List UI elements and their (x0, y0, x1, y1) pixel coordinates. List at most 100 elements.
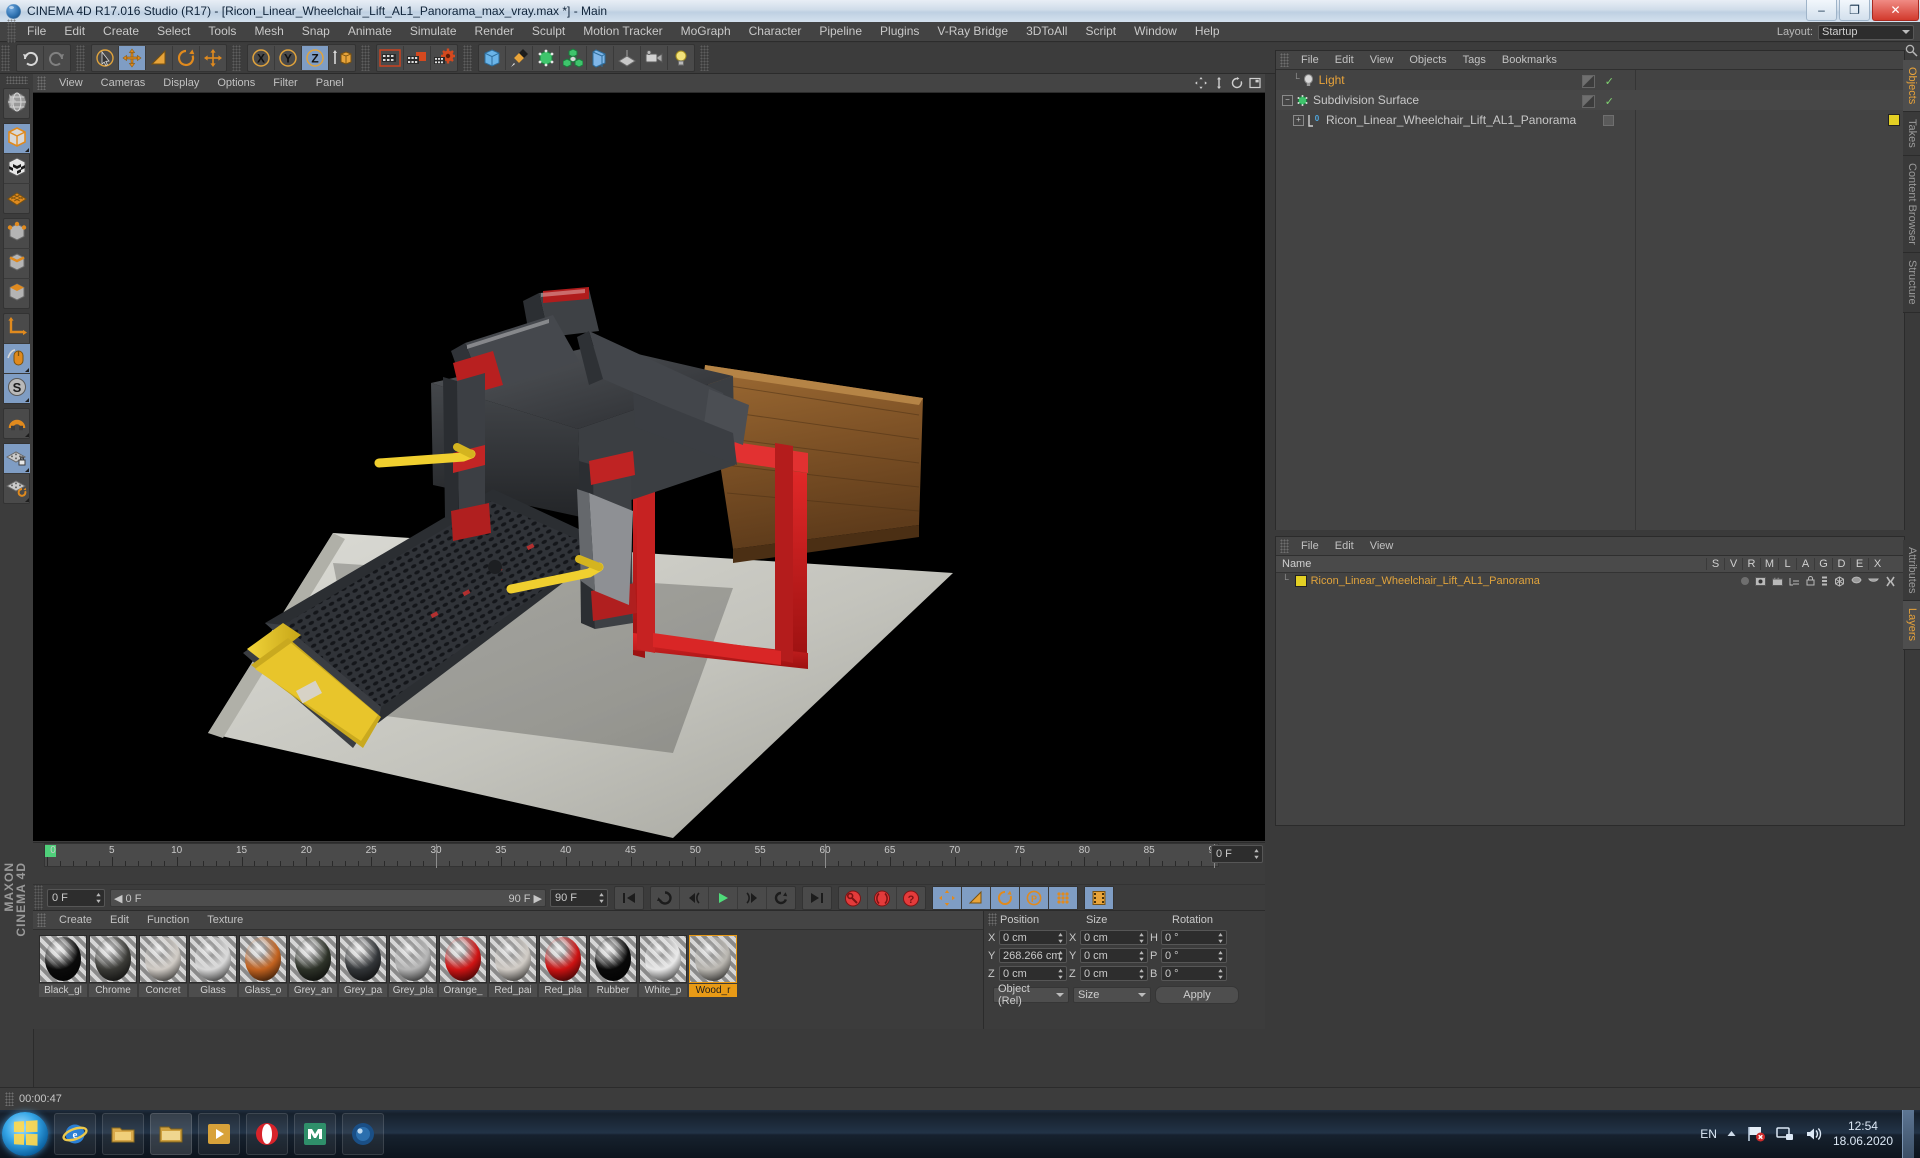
toolbar-separator-grip[interactable] (463, 45, 472, 71)
layer-color-swatch[interactable] (1294, 575, 1307, 587)
select-tool[interactable] (92, 46, 119, 70)
object-menu-objects[interactable]: Objects (1401, 52, 1454, 69)
media-player-button[interactable] (198, 1113, 240, 1155)
layer-column-m[interactable]: M (1760, 558, 1778, 570)
object-visibility-dots[interactable]: ✓ (1581, 75, 1614, 88)
menu-v-ray-bridge[interactable]: V-Ray Bridge (928, 22, 1017, 41)
object-menu-bookmarks[interactable]: Bookmarks (1494, 52, 1565, 69)
file-manager-button[interactable] (150, 1113, 192, 1155)
toolbar-separator-grip[interactable] (76, 45, 85, 71)
material-preview-swatch[interactable] (39, 935, 87, 983)
lock-y-button[interactable]: Y (275, 46, 302, 70)
material-menu-create[interactable]: Create (50, 912, 101, 929)
material-preview-swatch[interactable] (639, 935, 687, 983)
maximize-button[interactable]: ❐ (1839, 0, 1870, 21)
3dsmax-button[interactable] (294, 1113, 336, 1155)
object-menu-tags[interactable]: Tags (1455, 52, 1494, 69)
add-environment-button[interactable] (614, 46, 641, 70)
menu-plugins[interactable]: Plugins (871, 22, 928, 41)
tab-structure[interactable]: Structure (1903, 252, 1920, 313)
magnet-tool[interactable] (4, 409, 30, 438)
render-region-button[interactable] (404, 46, 431, 70)
material-item[interactable]: Grey_an (289, 935, 337, 997)
object-menu-view[interactable]: View (1362, 52, 1402, 69)
menu-motion-tracker[interactable]: Motion Tracker (574, 22, 671, 41)
close-button[interactable]: ✕ (1872, 0, 1919, 21)
material-item[interactable]: Glass_o (239, 935, 287, 997)
add-array-button[interactable] (560, 46, 587, 70)
preview-end-input[interactable]: 90 F (550, 889, 608, 907)
show-desktop-button[interactable] (1902, 1110, 1914, 1158)
pan-icon[interactable] (1195, 77, 1207, 89)
material-preview-swatch[interactable] (389, 935, 437, 983)
snap-toggle[interactable]: S (4, 374, 30, 403)
menu-create[interactable]: Create (94, 22, 148, 41)
texture-mode[interactable] (4, 154, 30, 184)
points-mode[interactable] (4, 219, 30, 249)
toolbar-separator-grip[interactable] (700, 45, 709, 71)
material-item[interactable]: Glass (189, 935, 237, 997)
workplane-rotate[interactable] (4, 474, 30, 503)
network-icon[interactable] (1775, 1125, 1795, 1143)
show-hidden-icons-icon[interactable] (1726, 1129, 1737, 1140)
object-menu-file[interactable]: File (1293, 52, 1327, 69)
spinner-icon[interactable] (1057, 932, 1064, 944)
autokeying-button[interactable] (868, 887, 897, 909)
menu-simulate[interactable]: Simulate (401, 22, 466, 41)
zoom-icon[interactable] (1213, 77, 1225, 89)
add-cube-button[interactable] (479, 46, 506, 70)
goto-start-button[interactable] (615, 887, 643, 909)
layer-menu-view[interactable]: View (1362, 538, 1402, 555)
material-menu-edit[interactable]: Edit (101, 912, 138, 929)
layer-column-e[interactable]: E (1850, 558, 1868, 570)
layer-column-g[interactable]: G (1814, 558, 1832, 570)
expand-toggle[interactable]: + (1293, 114, 1304, 126)
viewport-solo[interactable] (4, 344, 30, 374)
spinner-icon[interactable] (1138, 968, 1145, 980)
layer-color-swatch[interactable] (1888, 114, 1900, 126)
toolbar-separator-grip[interactable] (232, 45, 241, 71)
render-view-button[interactable] (377, 46, 404, 70)
material-item[interactable]: Wood_r (689, 935, 737, 997)
layer-column-a[interactable]: A (1796, 558, 1814, 570)
left-palette-grip[interactable] (5, 76, 28, 84)
layer-column-v[interactable]: V (1724, 558, 1742, 570)
spinner-icon[interactable] (1057, 950, 1064, 962)
xref-toggle-icon[interactable] (1885, 576, 1896, 587)
viewport-3d-canvas[interactable] (33, 93, 1265, 841)
spinner-icon[interactable] (1253, 848, 1260, 860)
solo-toggle-icon[interactable] (1741, 577, 1749, 585)
move-tool[interactable] (119, 46, 146, 70)
size-y-input[interactable]: 0 cm (1080, 948, 1148, 963)
spinner-icon[interactable] (1217, 932, 1224, 944)
size-z-input[interactable]: 0 cm (1080, 966, 1148, 981)
menu-script[interactable]: Script (1076, 22, 1125, 41)
start-button[interactable] (2, 1112, 48, 1156)
layer-column-x[interactable]: X (1868, 558, 1886, 570)
spinner-icon[interactable] (1217, 968, 1224, 980)
toolbar-grip[interactable] (1, 45, 10, 71)
position-x-input[interactable]: 0 cm (999, 930, 1067, 945)
layer-column-s[interactable]: S (1706, 558, 1724, 570)
object-menu-edit[interactable]: Edit (1327, 52, 1362, 69)
menu-3dtoall[interactable]: 3DToAll (1017, 22, 1076, 41)
tab-layers[interactable]: Layers (1903, 601, 1920, 650)
material-item[interactable]: Chrome (89, 935, 137, 997)
material-preview-swatch[interactable] (439, 935, 487, 983)
layer-column-d[interactable]: D (1832, 558, 1850, 570)
animbar-grip[interactable] (34, 885, 43, 911)
coordinate-manager-grip[interactable] (988, 913, 997, 926)
object-tree[interactable]: └ Light ✓ − Subdivision Surface ✓ +0 Ricon_Line… (1276, 70, 1904, 530)
material-preview-swatch[interactable] (539, 935, 587, 983)
rotate-view-icon[interactable] (1231, 77, 1243, 89)
scale-tool[interactable] (146, 46, 173, 70)
object-visibility-dots[interactable]: ✓ (1581, 95, 1614, 108)
rotation-key-button[interactable] (991, 887, 1020, 909)
render-toggle-icon[interactable] (1772, 576, 1783, 586)
coordinate-mode-select[interactable]: Object (Rel) (993, 983, 1069, 1007)
position-y-input[interactable]: 268.266 cm (999, 948, 1067, 963)
play-loop-button[interactable] (767, 887, 795, 909)
position-z-input[interactable]: 0 cm (999, 966, 1067, 981)
previous-frame-button[interactable] (680, 887, 709, 909)
scale-key-button[interactable] (962, 887, 991, 909)
